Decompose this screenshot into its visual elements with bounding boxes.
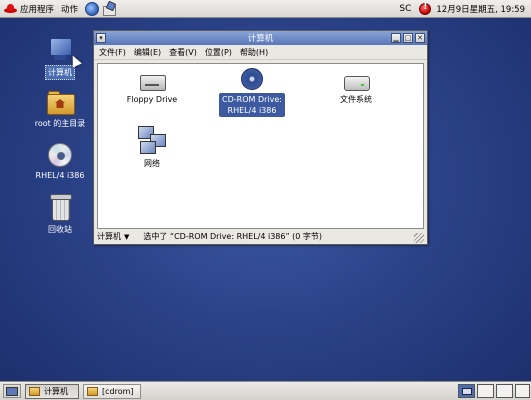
minimize-icon: ▁ [393,33,399,42]
web-browser-launcher[interactable] [82,1,100,17]
desktop-icon-label: RHEL/4 i386 [35,171,85,180]
file-view[interactable]: Floppy Drive CD-ROM Drive: RHEL/4 i386 文… [97,63,424,229]
close-icon: ✕ [417,33,423,42]
file-item-label: Floppy Drive [126,95,178,104]
workspace-2[interactable] [477,384,494,398]
folder-icon [87,386,98,396]
cd-icon [48,143,72,167]
menu-places[interactable]: 位置(P) [205,47,232,58]
desktop-icon-trash[interactable]: 回收站 [28,194,92,236]
desktop-icon-label: root 的主目录 [34,119,86,128]
workspace-1[interactable] [458,384,475,398]
network-icon [138,126,166,154]
file-item-filesystem[interactable]: 文件系统 [316,72,396,106]
file-item-label-line1: CD-ROM Drive: [222,95,282,104]
desktop-icon [6,386,18,396]
file-item-label: 文件系统 [340,95,372,104]
maximize-button[interactable]: □ [403,33,413,43]
taskbar-item-cdrom[interactable]: [cdrom] [83,383,141,399]
minimize-button[interactable]: ▁ [391,33,401,43]
show-desktop-button[interactable] [3,384,21,398]
file-item-label: 网络 [144,159,160,168]
menu-file[interactable]: 文件(F) [99,47,126,58]
file-item-label: CD-ROM Drive: RHEL/4 i386 [219,93,285,117]
mail-launcher[interactable] [100,1,117,17]
file-item-floppy[interactable]: Floppy Drive [112,72,192,106]
file-item-cdrom[interactable]: CD-ROM Drive: RHEL/4 i386 [212,68,292,117]
computer-window: ▾ 计算机 ▁ □ ✕ 文件(F) 编辑(E) 查看(V) 位置(P) 帮助(H… [93,30,428,245]
desktop-icon-label: 计算机 [45,65,75,80]
desktop-icon-home[interactable]: root 的主目录 [28,90,92,130]
desktop-icon-computer[interactable]: 计算机 [28,38,92,80]
cd-drive-icon [241,68,263,90]
folder-icon [29,386,40,396]
update-alert-icon[interactable] [419,2,432,15]
window-title: 计算机 [247,34,274,44]
statusbar: 计算机 ▼ 选中了 “CD-ROM Drive: RHEL/4 i386” (0… [97,230,424,243]
redhat-icon [4,3,17,14]
applications-menu[interactable]: 应用程序 [4,1,54,17]
globe-icon [85,1,100,16]
bottom-panel: 计算机 [cdrom] [0,381,531,400]
input-method-indicator[interactable]: SC [399,4,411,14]
menu-view[interactable]: 查看(V) [169,47,197,58]
actions-menu[interactable]: 动作 [58,1,78,17]
desktop-icon-label: 回收站 [48,225,72,234]
menu-edit[interactable]: 编辑(E) [134,47,161,58]
file-item-label-line2: RHEL/4 i386 [227,106,277,115]
mail-icon [102,2,117,16]
hard-drive-icon [344,72,370,91]
floppy-drive-icon [140,72,166,91]
actions-menu-label: 动作 [61,4,79,15]
menubar: 文件(F) 编辑(E) 查看(V) 位置(P) 帮助(H) [94,45,427,60]
workspace-3[interactable] [496,384,513,398]
home-folder-icon [47,90,75,115]
maximize-icon: □ [404,33,412,42]
location-label: 计算机 [97,232,121,241]
trash-icon [49,194,72,221]
resize-grip-icon[interactable] [414,233,424,243]
workspace-4[interactable] [515,384,530,398]
close-button[interactable]: ✕ [415,33,425,43]
menu-help[interactable]: 帮助(H) [240,47,268,58]
applications-menu-label: 应用程序 [20,4,55,15]
location-dropdown[interactable]: 计算机 ▼ [97,231,129,242]
taskbar-item-computer[interactable]: 计算机 [25,383,79,399]
taskbar-item-label: 计算机 [44,386,68,396]
clock[interactable]: 12月9日星期五, 19:59 [436,3,525,15]
window-titlebar[interactable]: ▾ 计算机 ▁ □ ✕ [94,31,427,45]
status-message: 选中了 “CD-ROM Drive: RHEL/4 i386” (0 字节) [143,232,323,241]
top-panel: 应用程序 动作 SC 12月9日星期五, 19:59 [0,0,531,18]
file-item-network[interactable]: 网络 [112,126,192,170]
desktop-icon-cdrom[interactable]: RHEL/4 i386 [28,143,92,181]
chevron-down-icon: ▼ [124,232,130,241]
taskbar-item-label: [cdrom] [102,386,134,396]
